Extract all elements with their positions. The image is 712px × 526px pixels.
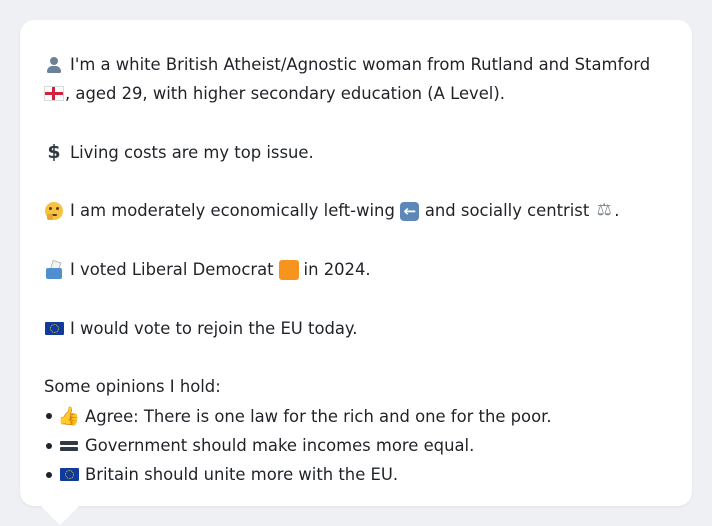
opinions-heading: Some opinions I hold: (44, 372, 668, 401)
dollar-icon: $ (47, 140, 61, 163)
england-flag-icon (44, 84, 64, 104)
opinion-item: Government should make incomes more equa… (44, 431, 668, 460)
eu-flag-icon (59, 465, 79, 485)
balance-scale-icon: ⚖ (596, 200, 612, 221)
opinion-item: Britain should unite more with the EU. (44, 460, 668, 489)
vote-text-1: I voted Liberal Democrat (70, 260, 274, 280)
thumbs-up-icon: 👍 (57, 405, 81, 427)
equals-icon (59, 436, 79, 456)
eu-line: I would vote to rejoin the EU today. (44, 314, 668, 343)
orange-square-icon (278, 259, 299, 280)
opinions-heading-text: Some opinions I hold: (44, 377, 221, 397)
thinking-face-icon (44, 201, 64, 221)
message-bubble: I'm a white British Atheist/Agnostic wom… (20, 20, 692, 506)
ideology-line: I am moderately economically left-wing ←… (44, 196, 668, 225)
intro-line-1: I'm a white British Atheist/Agnostic wom… (44, 50, 668, 79)
intro-text-1: I'm a white British Atheist/Agnostic wom… (70, 55, 651, 74)
opinion-text: Britain should unite more with the EU. (85, 465, 399, 485)
vote-text-2: in 2024. (303, 260, 371, 280)
eu-flag-icon (44, 318, 64, 338)
ideology-text-2: and socially centrist (424, 201, 590, 221)
bubble-tail (40, 505, 80, 525)
ideology-text-3: . (614, 201, 620, 221)
ballot-box-icon (44, 259, 64, 280)
top-issue-line: $ Living costs are my top issue. (44, 138, 668, 167)
opinion-item: 👍 Agree: There is one law for the rich a… (44, 402, 668, 431)
opinion-text: Government should make incomes more equa… (85, 435, 475, 455)
eu-text: I would vote to rejoin the EU today. (70, 318, 358, 338)
bullet (46, 413, 52, 420)
intro-text-2: , aged 29, with higher secondary educati… (65, 84, 505, 104)
top-issue-text: Living costs are my top issue. (70, 142, 314, 162)
bullet (46, 471, 52, 478)
opinion-text: Agree: There is one law for the rich and… (85, 406, 552, 426)
person-icon (44, 55, 64, 75)
left-arrow-icon: ← (400, 201, 420, 221)
vote-line: I voted Liberal Democrat in 2024. (44, 255, 668, 284)
bullet (46, 442, 52, 449)
ideology-text-1: I am moderately economically left-wing (70, 201, 395, 221)
intro-line-2: , aged 29, with higher secondary educati… (44, 79, 668, 108)
